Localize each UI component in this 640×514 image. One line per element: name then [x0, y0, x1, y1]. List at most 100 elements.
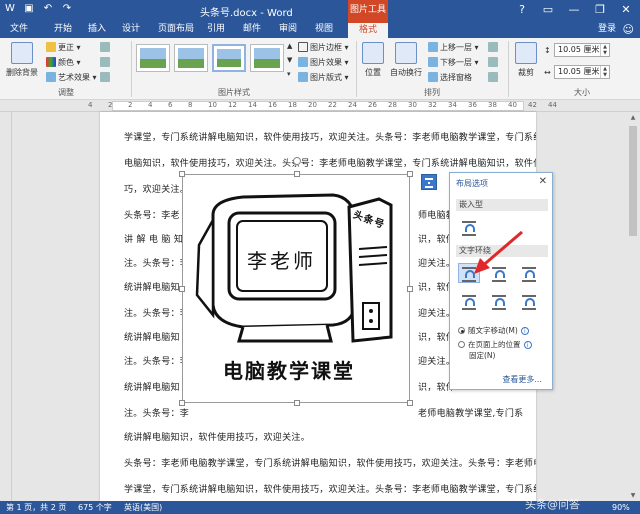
resize-handle-e[interactable]: [407, 286, 413, 292]
restore-button[interactable]: ❐: [588, 2, 612, 18]
fix-position-radio[interactable]: 在页面上的位置 i: [458, 339, 532, 350]
color-button[interactable]: 颜色 ▾: [46, 57, 81, 68]
see-more-link[interactable]: 查看更多...: [502, 374, 542, 385]
group-icon: [488, 57, 498, 67]
resize-handle-sw[interactable]: [179, 400, 185, 406]
styles-scroll-up[interactable]: ▲: [287, 42, 292, 50]
rotate-button[interactable]: [488, 72, 500, 82]
redo-icon[interactable]: ↷: [61, 3, 73, 15]
scroll-up-icon[interactable]: ▲: [629, 114, 637, 121]
tab-home[interactable]: 开始: [48, 21, 78, 38]
compress-button[interactable]: [100, 42, 112, 52]
picture-style-2[interactable]: [174, 44, 208, 72]
document-line[interactable]: 学课堂，专门系统讲解电脑知识，软件使用技巧，欢迎关注。头条号：李老师电脑教学课堂…: [124, 482, 536, 495]
undo-icon[interactable]: ↶: [42, 3, 54, 15]
resize-handle-se[interactable]: [407, 400, 413, 406]
picture-layout-button[interactable]: 图片版式 ▾: [298, 72, 349, 83]
position-button[interactable]: 位置: [360, 42, 386, 78]
styles-scroll-down[interactable]: ▼: [287, 56, 292, 64]
move-with-text-radio[interactable]: 随文字移动(M) i: [458, 325, 529, 336]
wrap-text-button[interactable]: 自动换行: [388, 42, 424, 78]
vertical-scrollbar[interactable]: ▲ ▼: [626, 112, 640, 501]
resize-handle-n[interactable]: [294, 171, 300, 177]
help-button[interactable]: ?: [510, 2, 534, 18]
wrap-behind-text-option[interactable]: [488, 291, 510, 311]
resize-handle-nw[interactable]: [179, 171, 185, 177]
ruler-number: 10: [208, 101, 217, 109]
tab-format[interactable]: 格式: [348, 21, 388, 38]
document-line[interactable]: 注。头条号：李: [124, 354, 189, 367]
group-button[interactable]: [488, 57, 500, 67]
bring-forward-button[interactable]: 上移一层 ▾: [428, 42, 479, 53]
tab-mailings[interactable]: 邮件: [237, 21, 267, 38]
document-line[interactable]: 统讲解电脑知: [124, 330, 180, 343]
document-line[interactable]: 注。头条号：李: [124, 406, 189, 419]
document-line[interactable]: 统讲解电脑知: [124, 380, 180, 393]
document-line[interactable]: 电脑知识，软件使用技巧，欢迎关注。头条号：李老师电脑教学课堂，专门系统讲解电脑知…: [124, 156, 536, 169]
picture-style-4[interactable]: [250, 44, 284, 72]
picture-border-button[interactable]: 图片边框 ▾: [298, 42, 349, 53]
selected-picture[interactable]: 李老师 头条号 电脑教学课堂: [179, 157, 413, 406]
tab-review[interactable]: 审阅: [273, 21, 303, 38]
crop-button[interactable]: 裁剪: [512, 42, 540, 78]
document-line[interactable]: 头条号：李老师电脑教学课堂，专门系统讲解电脑知识，软件使用技巧，欢迎关注。头条号…: [124, 456, 536, 469]
minimize-button[interactable]: —: [562, 2, 586, 18]
close-icon[interactable]: ✕: [539, 176, 547, 187]
selection-pane-button[interactable]: 选择窗格: [428, 72, 472, 83]
layout-options-button[interactable]: [421, 174, 437, 190]
tab-file[interactable]: 文件: [0, 21, 38, 38]
send-backward-button[interactable]: 下移一层 ▾: [428, 57, 479, 68]
artistic-effects-button[interactable]: 艺术效果 ▾: [46, 72, 97, 83]
horizontal-ruler[interactable]: 4 2 2 4 6 8 10 12 14 16 18 20 22 24 26 28 30 32 34 36 38 40 42…: [0, 100, 640, 112]
scrollbar-thumb[interactable]: [629, 126, 637, 236]
reset-picture-button[interactable]: [100, 72, 112, 82]
tab-view[interactable]: 视图: [309, 21, 339, 38]
resize-handle-w[interactable]: [179, 286, 185, 292]
document-line[interactable]: 头条号：李老: [124, 208, 180, 221]
tab-design[interactable]: 设计: [116, 21, 146, 38]
document-line[interactable]: 学课堂，专门系统讲解电脑知识，软件使用技巧，欢迎关注。头条号：李老师电脑教学课堂…: [124, 130, 536, 143]
picture-style-3[interactable]: [212, 44, 246, 72]
sign-in-link[interactable]: 登录: [598, 21, 616, 38]
resize-handle-s[interactable]: [294, 400, 300, 406]
width-input[interactable]: 10.05 厘米 ▲ ▼: [554, 65, 610, 79]
document-line[interactable]: 巧，欢迎关注。: [124, 182, 189, 195]
info-icon[interactable]: i: [520, 327, 529, 335]
height-spinner[interactable]: ▲ ▼: [600, 44, 609, 56]
zoom-level[interactable]: 90%: [612, 501, 630, 514]
document-line[interactable]: 注。头条号：李: [124, 306, 189, 319]
smiley-icon[interactable]: ☺: [623, 23, 634, 36]
width-spinner[interactable]: ▲ ▼: [600, 66, 609, 78]
picture-effects-button[interactable]: 图片效果 ▾: [298, 57, 349, 68]
save-icon[interactable]: ▣: [23, 3, 35, 15]
wrap-in-front-option[interactable]: [518, 291, 540, 311]
picture-style-1[interactable]: [136, 44, 170, 72]
align-button[interactable]: [488, 42, 500, 52]
info-icon[interactable]: i: [523, 341, 532, 349]
document-line-right[interactable]: 老师电脑教学课堂,专门系: [418, 406, 523, 419]
styles-more[interactable]: ▾: [287, 70, 291, 78]
rotate-handle[interactable]: [293, 157, 301, 165]
document-line[interactable]: 统讲解电脑知: [124, 280, 180, 293]
resize-handle-ne[interactable]: [407, 171, 413, 177]
document-line[interactable]: 统讲解电脑知识，软件使用技巧，欢迎关注。: [124, 430, 310, 443]
language[interactable]: 英语(美国): [124, 501, 162, 514]
wrap-top-bottom-option[interactable]: [458, 291, 480, 311]
tab-insert[interactable]: 插入: [82, 21, 112, 38]
page-count[interactable]: 第 1 页，共 2 页: [6, 501, 66, 514]
remove-background-button[interactable]: 删除背景: [4, 42, 40, 78]
ribbon-display-button[interactable]: ▭: [536, 2, 560, 18]
change-picture-button[interactable]: [100, 57, 112, 67]
corrections-button[interactable]: 更正 ▾: [46, 42, 81, 53]
tab-page-layout[interactable]: 页面布局: [152, 21, 200, 38]
word-count[interactable]: 675 个字: [78, 501, 112, 514]
color-label: 颜色: [58, 58, 74, 67]
vertical-ruler[interactable]: [0, 112, 12, 501]
wrap-text-label: 自动换行: [390, 68, 422, 77]
tab-references[interactable]: 引用: [201, 21, 231, 38]
document-line[interactable]: 讲 解 电 脑 知: [124, 232, 183, 245]
height-input[interactable]: 10.05 厘米 ▲ ▼: [554, 43, 610, 57]
document-line[interactable]: 注。头条号：李: [124, 256, 189, 269]
scroll-down-icon[interactable]: ▼: [629, 492, 637, 499]
close-button[interactable]: ✕: [614, 2, 638, 18]
